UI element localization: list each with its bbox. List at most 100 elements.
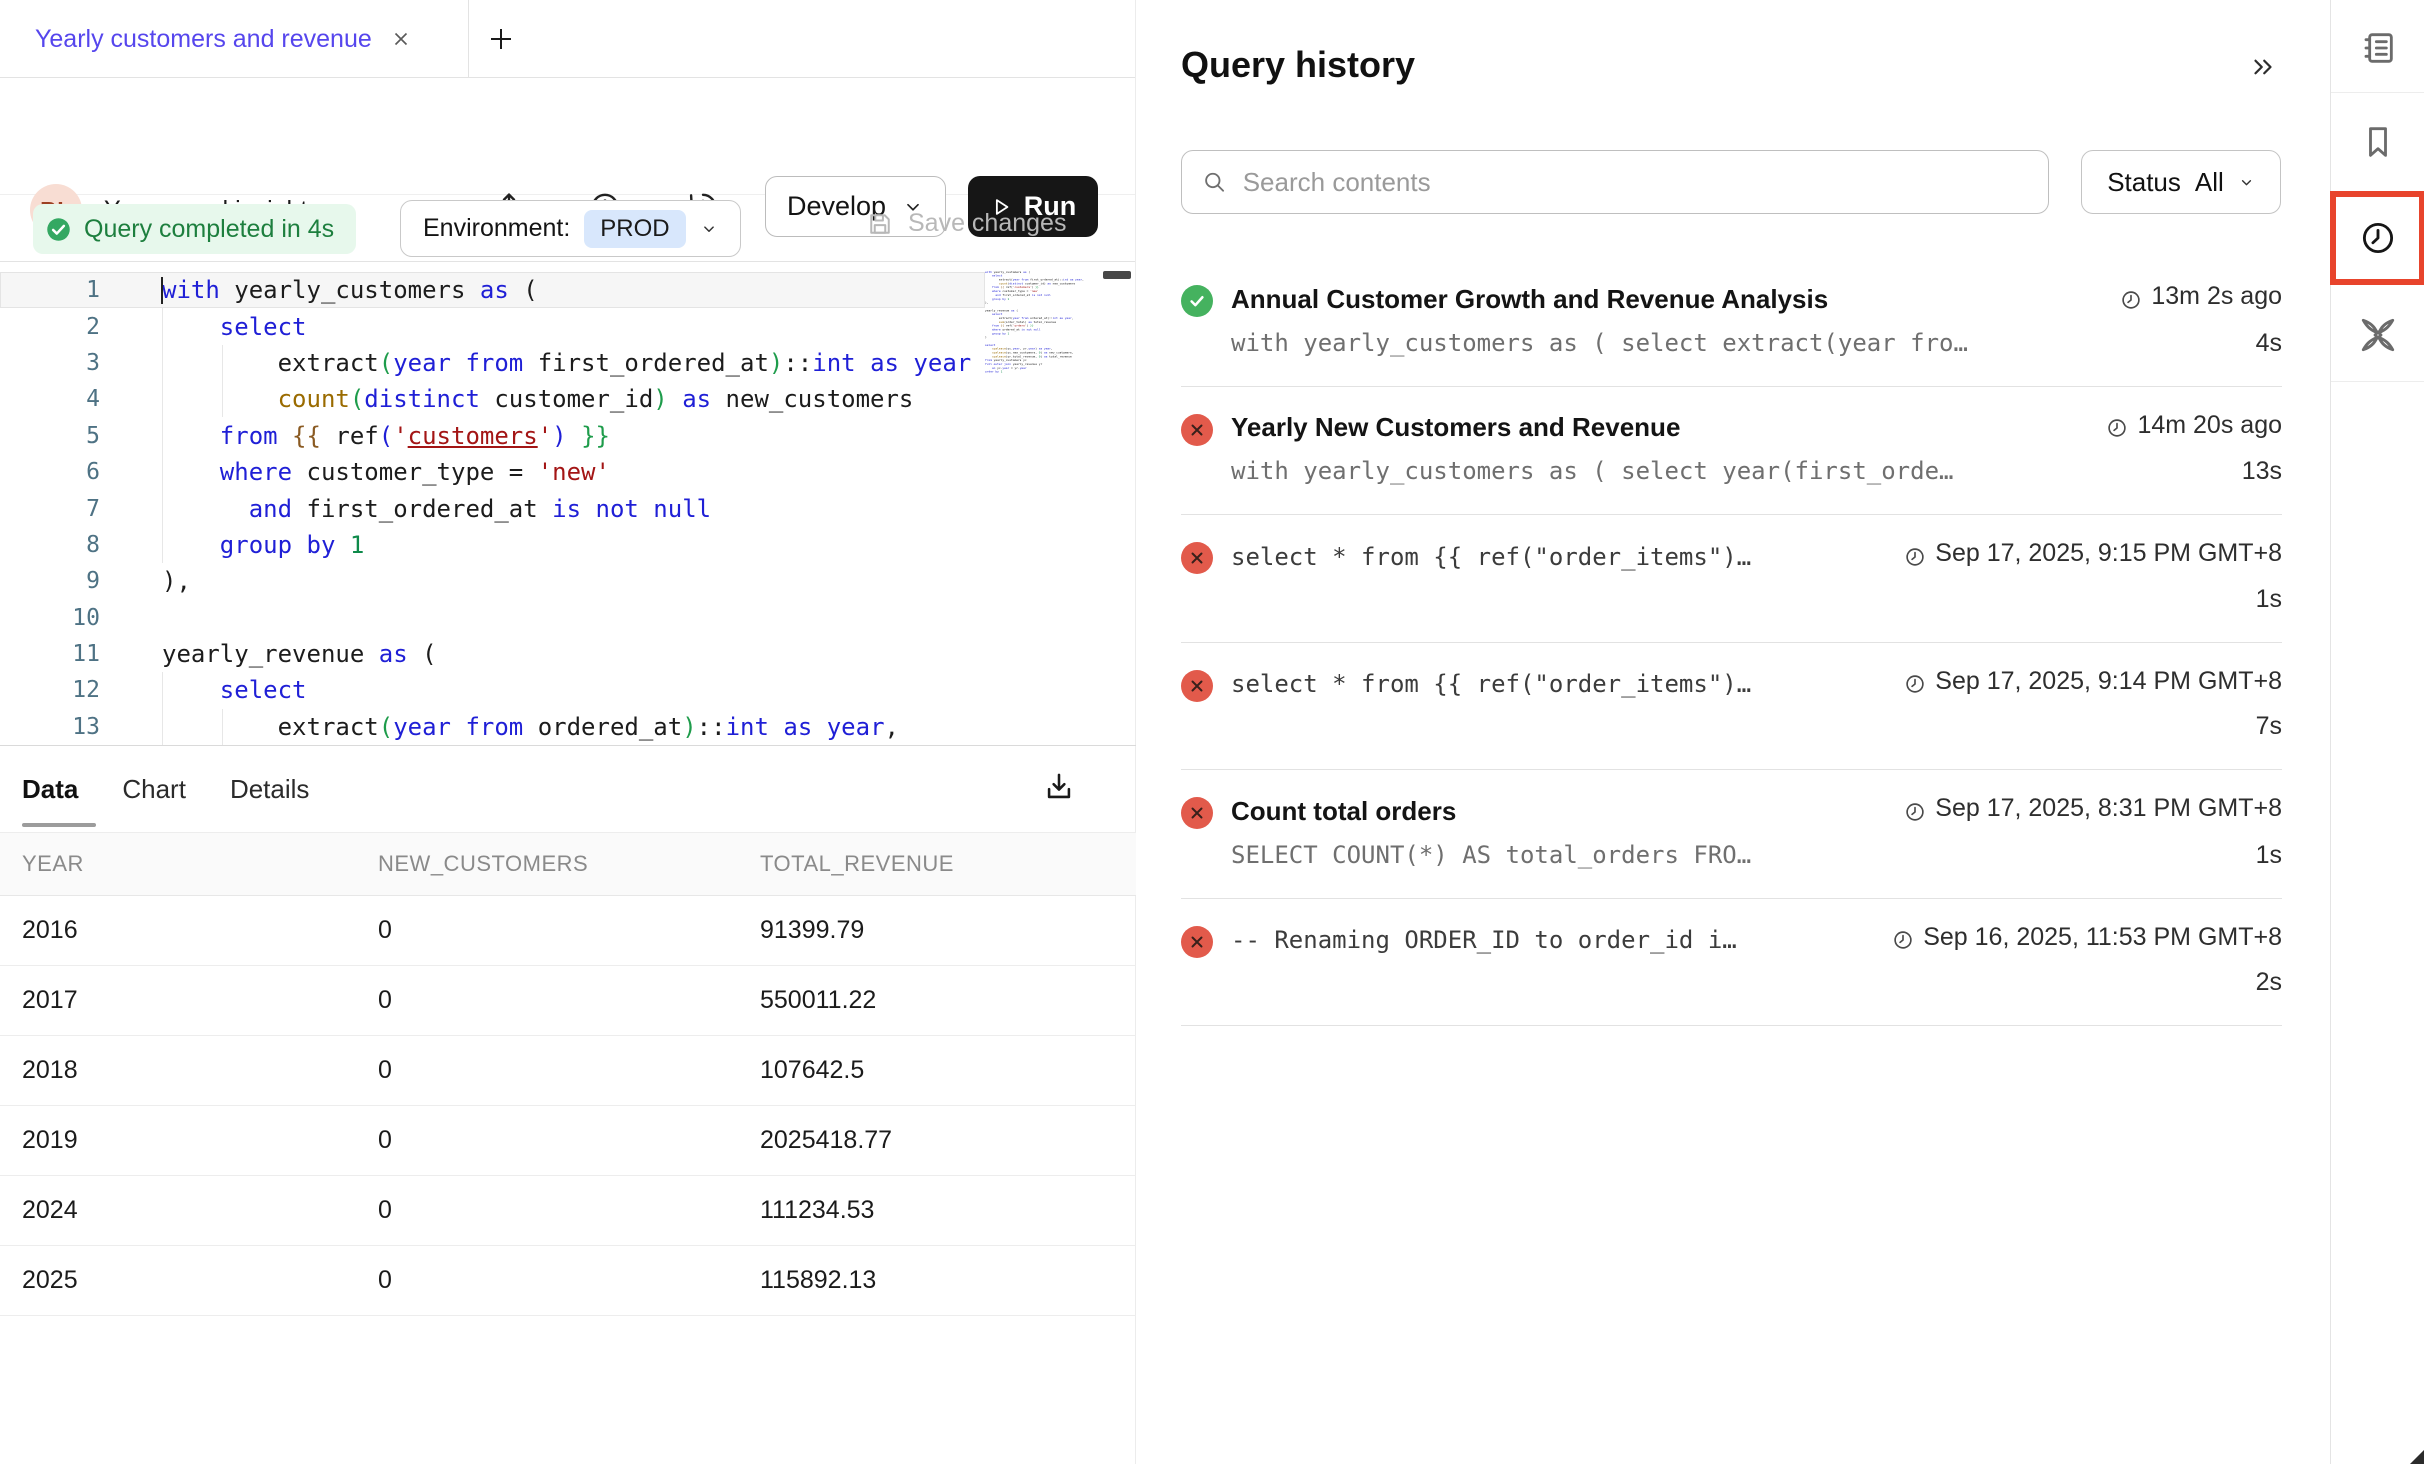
status-filter-value: All <box>2195 167 2224 198</box>
status-filter-select[interactable]: Status All <box>2081 150 2281 214</box>
sql-code-editor[interactable]: 1with yearly_customers as (2 select3 ext… <box>0 262 1136 745</box>
code-line[interactable]: 11yearly_revenue as ( <box>0 636 985 672</box>
plus-icon[interactable] <box>486 24 516 54</box>
query-history-list: Annual Customer Growth and Revenue Analy… <box>1181 258 2282 1026</box>
toolbar-divider <box>2331 92 2424 93</box>
query-title: Annual Customer Growth and Revenue Analy… <box>1231 284 1828 315</box>
table-cell: 2024 <box>0 1196 378 1225</box>
insight-header: BL Your saved insight Develop Run <box>0 78 1135 195</box>
status-bar: Query completed in 4s Environment: PROD … <box>0 195 1135 262</box>
query-history-item-body: Yearly New Customers and Revenue14m 20s … <box>1231 411 2282 487</box>
table-cell: 91399.79 <box>760 916 1136 945</box>
query-history-item-body: -- Renaming ORDER_ID to order_id i… Sep 1… <box>1231 923 2282 998</box>
save-icon <box>866 210 894 238</box>
table-row[interactable]: 201902025418.77 <box>0 1106 1136 1176</box>
status-filter-label: Status <box>2107 167 2181 198</box>
line-number: 12 <box>0 677 100 703</box>
tab-title: Yearly customers and revenue <box>35 25 372 54</box>
status-error-icon <box>1181 542 1213 574</box>
environment-select[interactable]: Environment: PROD <box>400 200 741 257</box>
table-cell: 2025418.77 <box>760 1126 1136 1155</box>
query-preview: SELECT COUNT(*) AS total_orders FRO… <box>1231 841 1751 869</box>
code-minimap[interactable]: with yearly_customers as ( select extrac… <box>985 270 1097 736</box>
code-line[interactable]: 12 select <box>0 672 985 708</box>
notebook-icon[interactable] <box>2358 28 2398 68</box>
table-body: 2016091399.7920170550011.2220180107642.5… <box>0 896 1136 1316</box>
column-header-total-revenue[interactable]: TOTAL_REVENUE <box>760 851 1136 877</box>
table-cell: 111234.53 <box>760 1196 1136 1225</box>
editor-pane: Yearly customers and revenue BL Your sav… <box>0 0 1136 1464</box>
minimap-scroll-thumb[interactable] <box>1103 271 1131 279</box>
toolbar-divider <box>2331 381 2424 382</box>
table-row[interactable]: 20170550011.22 <box>0 966 1136 1036</box>
code-line[interactable]: 6 where customer_type = 'new' <box>0 454 985 490</box>
search-box[interactable] <box>1181 150 2049 214</box>
code-text: group by 1 <box>100 531 364 559</box>
code-line[interactable]: 3 extract(year from first_ordered_at)::i… <box>0 345 985 381</box>
query-history-item[interactable]: Count total ordersSep 17, 2025, 8:31 PM … <box>1181 770 2282 899</box>
double-chevron-right-icon[interactable] <box>2248 52 2278 82</box>
query-duration: 4s <box>2256 329 2282 358</box>
query-title: Count total orders <box>1231 796 1456 827</box>
tab-details[interactable]: Details <box>230 752 309 827</box>
clock-icon <box>2120 289 2142 311</box>
code-line[interactable]: 10 <box>0 600 985 636</box>
code-line[interactable]: 7 and first_ordered_at is not null <box>0 490 985 526</box>
table-cell: 0 <box>378 1126 760 1155</box>
code-line[interactable]: 8 group by 1 <box>0 527 985 563</box>
bookmark-icon[interactable] <box>2358 122 2398 162</box>
query-title: -- Renaming ORDER_ID to order_id i… <box>1231 926 1737 954</box>
code-line[interactable]: 4 count(distinct customer_id) as new_cus… <box>0 381 985 417</box>
query-title: select * from {{ ref("order_items")… <box>1231 543 1751 571</box>
code-line[interactable]: 1with yearly_customers as ( <box>0 272 985 308</box>
query-history-item[interactable]: Annual Customer Growth and Revenue Analy… <box>1181 258 2282 387</box>
table-cell: 2019 <box>0 1126 378 1155</box>
query-timestamp: Sep 17, 2025, 9:15 PM GMT+8 <box>1904 539 2282 568</box>
query-history-item[interactable]: select * from {{ ref("order_items")…Sep … <box>1181 643 2282 771</box>
code-text: with yearly_customers as ( <box>100 276 538 304</box>
save-changes-button[interactable]: Save changes <box>866 209 1066 238</box>
line-number: 3 <box>0 350 100 376</box>
query-history-item[interactable]: -- Renaming ORDER_ID to order_id i… Sep 1… <box>1181 899 2282 1027</box>
tab-chart[interactable]: Chart <box>122 752 186 827</box>
download-icon[interactable] <box>1042 770 1076 804</box>
code-text: ), <box>100 567 191 595</box>
history-clock-icon[interactable] <box>2359 219 2397 257</box>
query-status-badge: Query completed in 4s <box>33 204 356 254</box>
query-history-item[interactable]: Yearly New Customers and Revenue14m 20s … <box>1181 387 2282 516</box>
code-line[interactable]: 5 from {{ ref('customers') }} <box>0 418 985 454</box>
tab-divider <box>468 0 469 78</box>
column-header-year[interactable]: YEAR <box>0 851 378 877</box>
column-header-new-customers[interactable]: NEW_CUSTOMERS <box>378 851 760 877</box>
query-history-item-body: select * from {{ ref("order_items")… Sep … <box>1231 539 2282 614</box>
text-cursor <box>161 277 163 304</box>
table-cell: 0 <box>378 1196 760 1225</box>
code-text: from {{ ref('customers') }} <box>100 422 610 450</box>
code-line[interactable]: 2 select <box>0 308 985 344</box>
tab-yearly-customers-and-revenue[interactable]: Yearly customers and revenue <box>35 0 412 78</box>
query-title: Yearly New Customers and Revenue <box>1231 412 1680 443</box>
check-circle-icon <box>45 216 72 243</box>
tab-data[interactable]: Data <box>22 752 78 827</box>
query-history-item[interactable]: select * from {{ ref("order_items")… Sep … <box>1181 515 2282 643</box>
indent-guide <box>162 308 163 563</box>
search-input[interactable] <box>1243 167 2028 198</box>
code-line[interactable]: 9), <box>0 563 985 599</box>
close-icon[interactable] <box>390 28 412 50</box>
table-row[interactable]: 20240111234.53 <box>0 1176 1136 1246</box>
table-row[interactable]: 20180107642.5 <box>0 1036 1136 1106</box>
query-title: select * from {{ ref("order_items")… <box>1231 670 1751 698</box>
query-timestamp: Sep 16, 2025, 11:53 PM GMT+8 <box>1892 923 2282 952</box>
table-cell: 0 <box>378 986 760 1015</box>
environment-value-badge: PROD <box>584 210 685 248</box>
code-text: yearly_revenue as ( <box>100 640 437 668</box>
query-duration: 1s <box>2256 841 2282 870</box>
clock-icon <box>1904 673 1926 695</box>
query-history-panel: Query history Status All Annual Customer… <box>1137 0 2330 1464</box>
code-line[interactable]: 13 extract(year from ordered_at)::int as… <box>0 709 985 745</box>
lineage-compass-icon[interactable] <box>2356 313 2400 357</box>
table-row[interactable]: 2016091399.79 <box>0 896 1136 966</box>
table-cell: 2025 <box>0 1266 378 1295</box>
table-row[interactable]: 20250115892.13 <box>0 1246 1136 1316</box>
line-number: 11 <box>0 641 100 667</box>
